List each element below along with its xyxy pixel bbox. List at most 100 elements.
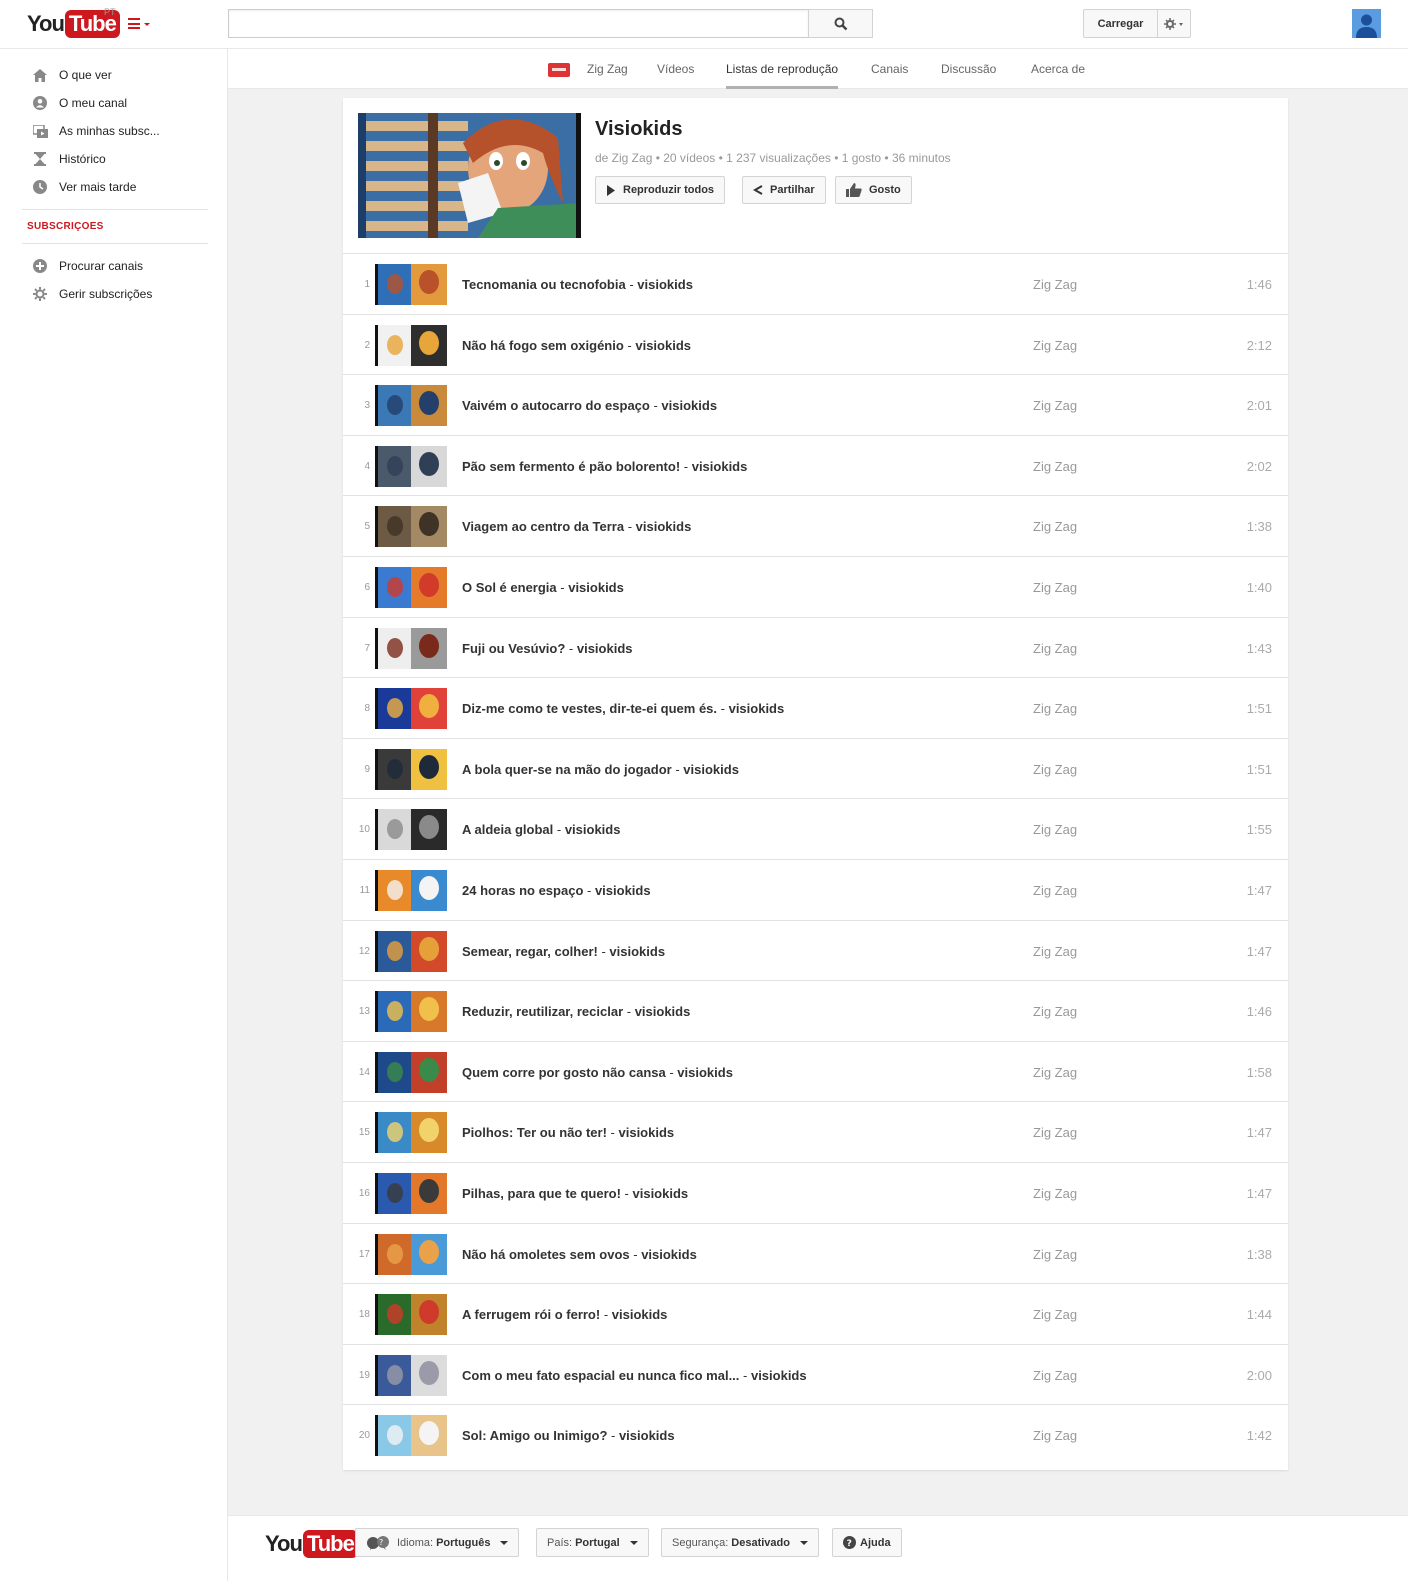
video-owner[interactable]: Zig Zag: [1033, 1247, 1077, 1262]
video-owner[interactable]: Zig Zag: [1033, 1428, 1077, 1443]
video-title[interactable]: Piolhos: Ter ou não ter! - visiokids: [462, 1125, 674, 1140]
video-owner[interactable]: Zig Zag: [1033, 1368, 1077, 1383]
playlist-video-row[interactable]: 12 Semear, regar, colher! - visiokids Zig …: [343, 919, 1288, 981]
playlist-video-row[interactable]: 9 A bola quer-se na mão do jogador - visi…: [343, 737, 1288, 799]
video-owner[interactable]: Zig Zag: [1033, 641, 1077, 656]
video-title[interactable]: Reduzir, reutilizar, reciclar - visiokid…: [462, 1004, 690, 1019]
like-button[interactable]: Gosto: [835, 176, 912, 204]
playlist-video-row[interactable]: 1 Tecnomania ou tecnofobia - visiokids Zig…: [343, 253, 1288, 314]
video-owner[interactable]: Zig Zag: [1033, 580, 1077, 595]
guide-menu-button[interactable]: [128, 16, 154, 32]
playlist-video-row[interactable]: 10 A aldeia global - visiokids Zig Zag 1:55: [343, 798, 1288, 859]
video-thumbnail[interactable]: [375, 1233, 447, 1275]
video-owner[interactable]: Zig Zag: [1033, 1065, 1077, 1080]
video-title[interactable]: 24 horas no espaço - visiokids: [462, 883, 651, 898]
video-title[interactable]: Pão sem fermento é pão bolorento! - visi…: [462, 459, 747, 474]
video-title[interactable]: Semear, regar, colher! - visiokids: [462, 944, 665, 959]
upload-button[interactable]: Carregar: [1083, 9, 1158, 38]
video-title[interactable]: Com o meu fato espacial eu nunca fico ma…: [462, 1368, 807, 1383]
guide-item-watch-later[interactable]: Ver mais tarde: [22, 174, 212, 200]
video-title[interactable]: A ferrugem rói o ferro! - visiokids: [462, 1307, 667, 1322]
guide-item-manage-subscriptions[interactable]: Gerir subscrições: [22, 281, 212, 307]
video-title[interactable]: O Sol é energia - visiokids: [462, 580, 624, 595]
guide-item-what-to-watch[interactable]: O que ver: [22, 62, 212, 88]
playlist-video-row[interactable]: 11 24 horas no espaço - visiokids Zig Zag 1…: [343, 859, 1288, 920]
video-title[interactable]: A aldeia global - visiokids: [462, 822, 620, 837]
video-thumbnail[interactable]: [375, 264, 447, 305]
language-button[interactable]: ? Idioma: Português: [355, 1528, 520, 1557]
video-owner[interactable]: Zig Zag: [1033, 519, 1077, 534]
video-title[interactable]: Vaivém o autocarro do espaço - visiokids: [462, 398, 717, 413]
search-input[interactable]: [229, 10, 808, 37]
playlist-video-row[interactable]: 6 O Sol é energia - visiokids Zig Zag 1:40: [343, 556, 1288, 617]
video-title[interactable]: Não há fogo sem oxigénio - visiokids: [462, 338, 691, 353]
tab-about[interactable]: Acerca de: [1031, 49, 1085, 89]
playlist-video-row[interactable]: 15 Piolhos: Ter ou não ter! - visiokids Zi…: [343, 1101, 1288, 1162]
video-thumbnail[interactable]: [375, 991, 447, 1033]
safety-button[interactable]: Segurança: Desativado: [661, 1528, 819, 1557]
video-owner[interactable]: Zig Zag: [1033, 1004, 1077, 1019]
guide-item-my-subscriptions[interactable]: As minhas subsc...: [22, 118, 212, 144]
video-thumbnail[interactable]: [375, 1051, 447, 1093]
video-owner[interactable]: Zig Zag: [1033, 277, 1077, 292]
video-owner[interactable]: Zig Zag: [1033, 944, 1077, 959]
playlist-video-row[interactable]: 20 Sol: Amigo ou Inimigo? - visiokids Zig …: [343, 1404, 1288, 1465]
playlist-video-row[interactable]: 7 Fuji ou Vesúvio? - visiokids Zig Zag 1:43: [343, 616, 1288, 678]
video-title[interactable]: Quem corre por gosto não cansa - visioki…: [462, 1065, 733, 1080]
video-thumbnail[interactable]: [375, 445, 447, 487]
subscriptions-heading[interactable]: SUBSCRIÇOES: [27, 221, 104, 232]
video-thumbnail[interactable]: [375, 1294, 447, 1336]
playlist-thumbnail[interactable]: [358, 113, 581, 238]
video-owner[interactable]: Zig Zag: [1033, 883, 1077, 898]
video-thumbnail[interactable]: [375, 1354, 447, 1396]
video-thumbnail[interactable]: [375, 1112, 447, 1154]
footer-youtube-logo[interactable]: You Tube: [265, 1530, 358, 1558]
video-thumbnail[interactable]: [375, 506, 447, 548]
video-thumbnail[interactable]: [375, 809, 447, 851]
channel-avatar-icon[interactable]: [548, 63, 570, 77]
video-title[interactable]: Sol: Amigo ou Inimigo? - visiokids: [462, 1428, 675, 1443]
playlist-video-row[interactable]: 17 Não há omoletes sem ovos - visiokids Zi…: [343, 1222, 1288, 1284]
video-owner[interactable]: Zig Zag: [1033, 338, 1077, 353]
video-thumbnail[interactable]: [375, 567, 447, 608]
tab-channel-home[interactable]: Zig Zag: [587, 49, 628, 89]
video-title[interactable]: Tecnomania ou tecnofobia - visiokids: [462, 277, 693, 292]
guide-item-history[interactable]: Histórico: [22, 146, 212, 172]
avatar[interactable]: [1352, 9, 1381, 38]
video-owner[interactable]: Zig Zag: [1033, 1186, 1077, 1201]
video-thumbnail[interactable]: [375, 748, 447, 790]
youtube-logo[interactable]: You Tube PT: [27, 7, 120, 39]
playlist-video-row[interactable]: 16 Pilhas, para que te quero! - visiokids…: [343, 1162, 1288, 1223]
playlist-video-row[interactable]: 18 A ferrugem rói o ferro! - visiokids Zig…: [343, 1283, 1288, 1344]
share-button[interactable]: Partilhar: [742, 176, 826, 204]
tab-channels[interactable]: Canais: [871, 49, 908, 89]
video-thumbnail[interactable]: [375, 324, 447, 366]
video-owner[interactable]: Zig Zag: [1033, 701, 1077, 716]
video-thumbnail[interactable]: [375, 688, 447, 730]
video-title[interactable]: Viagem ao centro da Terra - visiokids: [462, 519, 691, 534]
tab-videos[interactable]: Vídeos: [657, 49, 694, 89]
video-owner[interactable]: Zig Zag: [1033, 398, 1077, 413]
video-thumbnail[interactable]: [375, 385, 447, 427]
video-owner[interactable]: Zig Zag: [1033, 822, 1077, 837]
video-title[interactable]: Diz-me como te vestes, dir-te-ei quem és…: [462, 701, 784, 716]
video-title[interactable]: Pilhas, para que te quero! - visiokids: [462, 1186, 688, 1201]
video-thumbnail[interactable]: [375, 870, 447, 911]
video-title[interactable]: A bola quer-se na mão do jogador - visio…: [462, 762, 739, 777]
video-owner[interactable]: Zig Zag: [1033, 1307, 1077, 1322]
guide-item-browse-channels[interactable]: Procurar canais: [22, 253, 212, 279]
playlist-video-row[interactable]: 4 Pão sem fermento é pão bolorento! - vis…: [343, 434, 1288, 496]
playlist-video-row[interactable]: 14 Quem corre por gosto não cansa - visio…: [343, 1040, 1288, 1102]
guide-item-my-channel[interactable]: O meu canal: [22, 90, 212, 116]
video-thumbnail[interactable]: [375, 627, 447, 669]
playlist-video-row[interactable]: 3 Vaivém o autocarro do espaço - visiokid…: [343, 374, 1288, 435]
settings-button[interactable]: [1157, 9, 1191, 38]
playlist-video-row[interactable]: 8 Diz-me como te vestes, dir-te-ei quem é…: [343, 677, 1288, 738]
video-thumbnail[interactable]: [375, 1173, 447, 1214]
search-button[interactable]: [808, 9, 873, 38]
playlist-video-row[interactable]: 13 Reduzir, reutilizar, reciclar - visiok…: [343, 980, 1288, 1041]
video-owner[interactable]: Zig Zag: [1033, 762, 1077, 777]
video-title[interactable]: Fuji ou Vesúvio? - visiokids: [462, 641, 633, 656]
country-button[interactable]: País: Portugal: [536, 1528, 649, 1557]
video-thumbnail[interactable]: [375, 930, 447, 972]
